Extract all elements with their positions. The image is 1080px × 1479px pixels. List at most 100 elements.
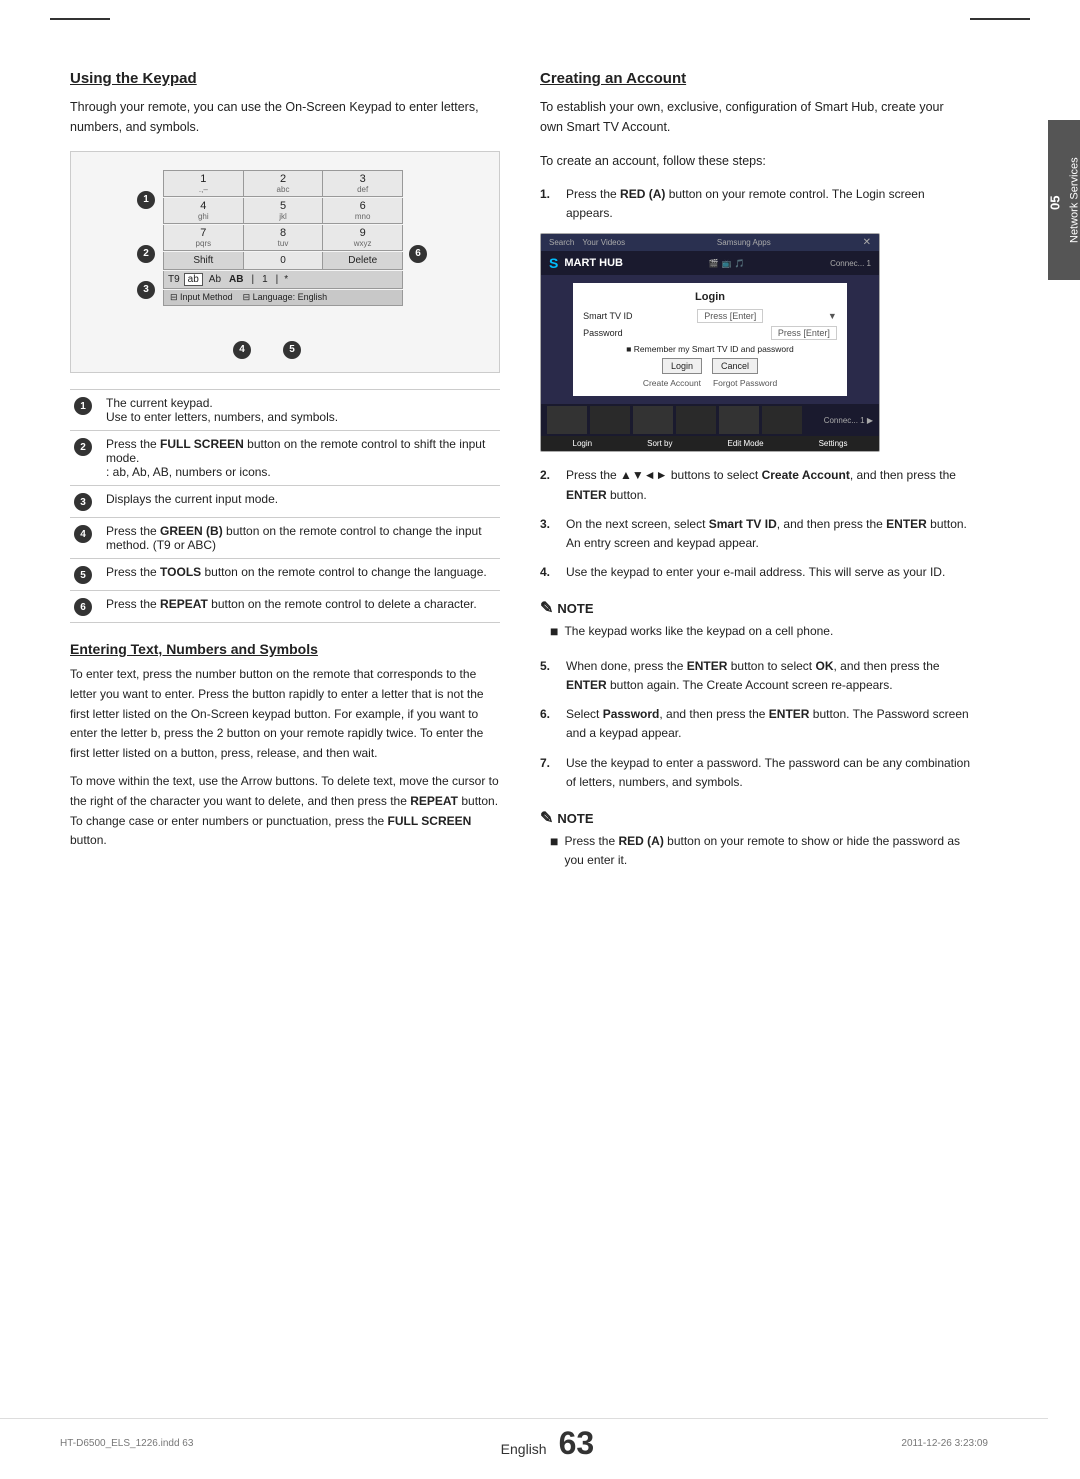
thumb-5 [719,406,759,434]
thumb-4 [676,406,716,434]
key-shift: Shift [163,252,244,270]
key-AB: AB [227,274,245,285]
key-6-letters: mno [323,212,402,221]
keypad-diagram: 1 2 3 4 5 [70,151,500,373]
smart-hub-s: S [549,255,558,271]
annotation-row-4: 4 Press the GREEN (B) button on the remo… [70,518,500,559]
annot-circle-1: 1 [74,397,92,415]
annot-circle-3: 3 [74,493,92,511]
side-tab: 05 Network Services [1048,120,1080,280]
key-7-letters: pqrs [164,239,243,248]
key-3-letters: def [323,185,402,194]
hub-icon-2: 📺 [722,259,732,268]
login-screen-samsung-apps: Samsung Apps [717,238,771,247]
step-4-num: 4. [540,563,558,582]
key-5-letters: jkl [244,212,323,221]
note-1-header: ✎ NOTE [540,598,970,618]
page-num-area: English 63 [501,1427,595,1459]
annotation-row-1: 1 The current keypad.Use to enter letter… [70,390,500,431]
step-1: 1. Press the RED (A) button on your remo… [540,185,970,223]
create-account-link[interactable]: Create Account [643,378,701,388]
key-2: 2 [244,173,323,185]
key-8-letters: tuv [244,239,323,248]
login-screen-close: ✕ [863,237,871,248]
step-5: 5. When done, press the ENTER button to … [540,657,970,695]
login-screen-your-videos: Your Videos [582,238,625,247]
callout-6-label: 6 [409,245,427,263]
callout-3-circle: 3 [137,280,161,299]
annot-text-2: Press the FULL SCREEN button on the remo… [102,431,500,486]
connect-label-r: Connec... 1 ▶ [805,406,873,434]
key-7: 7 [164,227,243,239]
step-2-text: Press the ▲▼◄► buttons to select Create … [566,466,970,504]
callout-6-circle: 6 [409,244,433,263]
bottom-btn-editmode: Edit Mode [728,439,764,448]
bottom-btn-sortby: Sort by [647,439,672,448]
thumb-2 [590,406,630,434]
key-9: 9 [323,227,402,239]
chapter-title: Network Services [1069,157,1080,243]
key-asterisk: * [284,274,288,285]
step-3-text: On the next screen, select Smart TV ID, … [566,515,970,553]
right-column: Creating an Account To establish your ow… [540,70,970,885]
keypad-grid: 1 .,– 2 abc 3 def [163,170,403,306]
field2-label: Password [583,328,623,338]
footer-left: HT-D6500_ELS_1226.indd 63 [60,1438,193,1449]
key-t9: T9 [168,274,180,285]
note-1-item-1: ■ The keypad works like the keypad on a … [540,622,970,641]
key-zero: 0 [244,252,324,270]
step-1-num: 1. [540,185,558,223]
english-label: English [501,1441,547,1457]
step-7-num: 7. [540,754,558,792]
entering-text-title: Entering Text, Numbers and Symbols [70,641,500,657]
step-6-text: Select Password, and then press the ENTE… [566,705,970,743]
input-method-label: ⊟ Input Method [170,292,233,303]
note-1-title: NOTE [557,601,593,616]
page-container: 05 Network Services Using the Keypad Thr… [0,0,1080,1479]
annotation-row-3: 3 Displays the current input mode. [70,486,500,518]
callout-3-label: 3 [137,281,155,299]
note-box-1: ✎ NOTE ■ The keypad works like the keypa… [540,592,970,647]
step-4: 4. Use the keypad to enter your e-mail a… [540,563,970,582]
step-7-text: Use the keypad to enter a password. The … [566,754,970,792]
key-2-letters: abc [244,185,323,194]
forgot-password-link[interactable]: Forgot Password [713,378,777,388]
key-4: 4 [164,200,243,212]
cancel-btn[interactable]: Cancel [712,358,758,374]
login-screen-image: Search Your Videos Samsung Apps ✕ S MART… [540,233,880,452]
top-decorative-lines [50,18,1030,20]
callout-1-label: 1 [137,191,155,209]
callout-2-label: 2 [137,245,155,263]
step-5-num: 5. [540,657,558,695]
step-5-text: When done, press the ENTER button to sel… [566,657,970,695]
annotation-row-6: 6 Press the REPEAT button on the remote … [70,591,500,623]
login-screen-search: Search [549,238,574,247]
hub-icon-3: 🎵 [735,259,745,268]
step-6: 6. Select Password, and then press the E… [540,705,970,743]
step-1-text: Press the RED (A) button on your remote … [566,185,970,223]
annotation-table: 1 The current keypad.Use to enter letter… [70,389,500,623]
annot-text-6: Press the REPEAT button on the remote co… [102,591,500,623]
note-icon-1: ✎ [540,598,553,618]
login-modal-title: Login [583,291,837,303]
callout-5-label: 5 [283,341,301,359]
note-2-item-1: ■ Press the RED (A) button on your remot… [540,832,970,869]
annot-circle-6: 6 [74,598,92,616]
annot-circle-2: 2 [74,438,92,456]
thumb-1 [547,406,587,434]
thumb-6 [762,406,802,434]
key-4-letters: ghi [164,212,243,221]
annot-circle-4: 4 [74,525,92,543]
step-4-text: Use the keypad to enter your e-mail addr… [566,563,970,582]
key-1-letters: .,– [164,185,243,194]
entering-text-body2: To move within the text, use the Arrow b… [70,772,500,851]
note-1-bullet: ■ [550,622,558,641]
hub-connect-label: Connec... 1 [830,259,871,268]
key-bar-2: | [274,274,281,285]
note-2-text: Press the RED (A) button on your remote … [564,832,970,869]
step-6-num: 6. [540,705,558,743]
footer-right: 2011-12-26 3:23:09 [901,1438,988,1449]
login-btn[interactable]: Login [662,358,702,374]
key-ab: ab [184,273,203,286]
annot-text-3: Displays the current input mode. [102,486,500,518]
